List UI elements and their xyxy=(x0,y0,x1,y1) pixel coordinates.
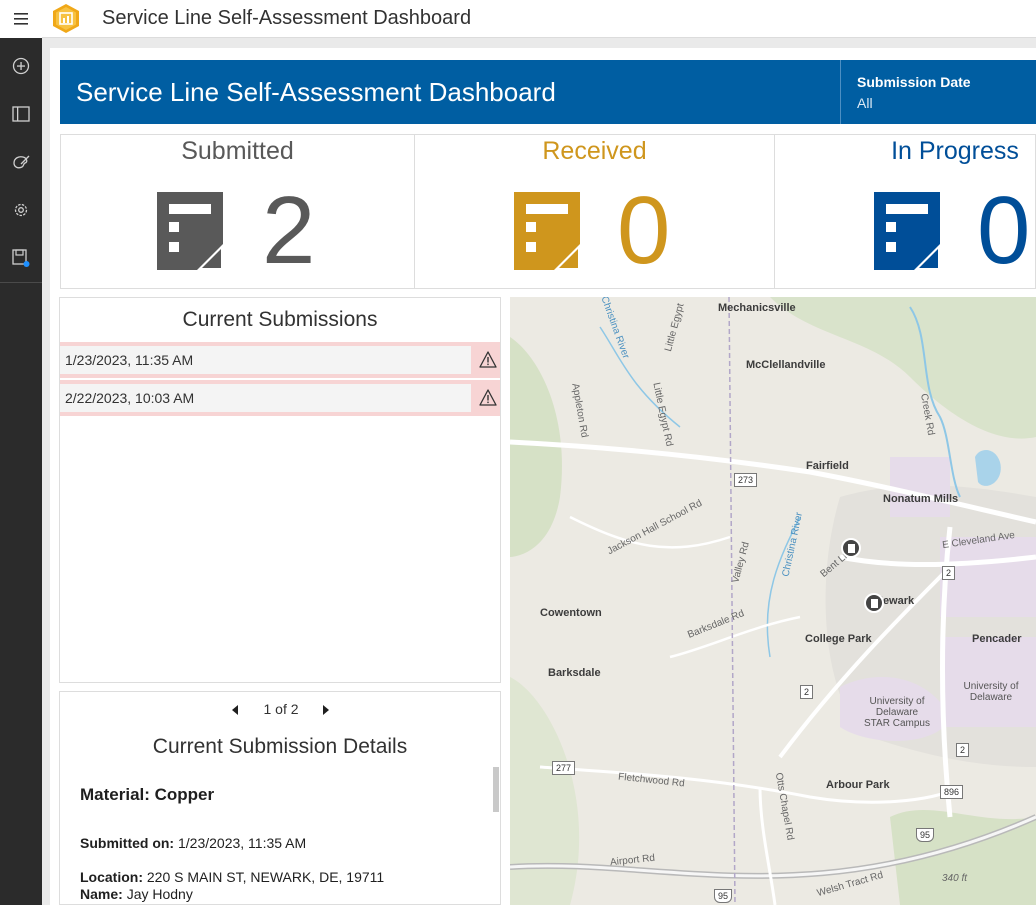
add-element-button[interactable] xyxy=(0,44,42,88)
form-document-icon xyxy=(157,192,223,270)
plus-circle-icon xyxy=(12,57,30,75)
map-label-place: McClellandville xyxy=(746,359,826,371)
route-shield: 2 xyxy=(956,743,970,757)
map-label-place: Mechanicsville xyxy=(718,302,796,314)
indicator-title: Received xyxy=(542,137,647,165)
indicator-submitted: Submitted 2 xyxy=(60,134,415,289)
map-basemap xyxy=(510,297,1036,905)
form-document-icon xyxy=(871,599,878,608)
route-shield: 896 xyxy=(940,785,964,799)
submission-marker[interactable] xyxy=(841,538,861,558)
location-value: 220 S MAIN ST, NEWARK, DE, 19711 xyxy=(146,869,385,885)
map-label-place: Arbour Park xyxy=(826,779,890,791)
menu-button[interactable] xyxy=(0,0,42,38)
app-title: Service Line Self-Assessment Dashboard xyxy=(102,7,472,29)
dashboard-header: Service Line Self-Assessment Dashboard S… xyxy=(60,60,1036,124)
save-button[interactable] xyxy=(0,236,42,280)
form-document-icon xyxy=(514,192,580,270)
map-view[interactable]: Mechanicsville McClellandville Fairfield… xyxy=(510,297,1036,905)
save-icon xyxy=(12,249,30,267)
rail-divider xyxy=(0,282,42,283)
header-divider xyxy=(840,60,841,124)
panel-title: Current Submissions xyxy=(182,308,378,331)
layout-button[interactable] xyxy=(0,92,42,136)
details-pager: 1 of 2 xyxy=(60,700,500,720)
indicator-received: Received 0 xyxy=(414,134,775,289)
caret-right-icon[interactable] xyxy=(319,700,333,720)
dashboards-logo-icon xyxy=(53,4,79,33)
list-item[interactable]: 2/22/2023, 10:03 AM xyxy=(60,380,500,416)
map-label-campus: University of Delaware xyxy=(963,681,1019,703)
theme-button[interactable] xyxy=(0,140,42,184)
submission-date-filter-value[interactable]: All xyxy=(857,95,873,111)
map-label-place: Nonatum Mills xyxy=(883,493,959,505)
app-window: Service Line Self-Assessment Dashboard S… xyxy=(0,0,1036,905)
map-label-place: Pencader xyxy=(972,633,1022,645)
elevation-label: 340 ft xyxy=(942,873,968,884)
indicator-value: 0 xyxy=(977,177,1031,284)
indicator-value: 2 xyxy=(262,177,316,284)
name-value: Jay Hodny xyxy=(126,886,193,902)
material-heading: Material: Copper xyxy=(80,785,215,804)
interstate-shield: 95 xyxy=(916,828,935,842)
list-item-label: 2/22/2023, 10:03 AM xyxy=(65,390,195,406)
palette-icon xyxy=(13,155,30,169)
submitted-on-value: 1/23/2023, 11:35 AM xyxy=(178,835,307,851)
submission-marker[interactable] xyxy=(864,593,884,613)
location-label: Location: xyxy=(80,869,143,885)
layout-icon xyxy=(12,106,30,122)
indicator-title: Submitted xyxy=(181,137,294,165)
details-scrollbar[interactable] xyxy=(493,767,499,812)
gear-icon xyxy=(14,203,28,217)
route-shield: 273 xyxy=(734,473,758,487)
pager-text: 1 of 2 xyxy=(263,701,299,717)
map-label-place: Fairfield xyxy=(806,460,849,472)
left-toolbar xyxy=(0,0,42,905)
location-line: Location: 220 S MAIN ST, NEWARK, DE, 197… xyxy=(80,869,384,885)
list-item-label: 1/23/2023, 11:35 AM xyxy=(65,352,194,368)
map-label-place: Barksdale xyxy=(548,667,601,679)
form-document-icon xyxy=(874,192,940,270)
indicator-value: 0 xyxy=(617,177,671,284)
name-label: Name: xyxy=(80,886,123,902)
top-header: Service Line Self-Assessment Dashboard xyxy=(42,0,1036,38)
dashboard-title: Service Line Self-Assessment Dashboard xyxy=(76,77,556,107)
caret-left-icon[interactable] xyxy=(228,700,242,720)
list-item[interactable]: 1/23/2023, 11:35 AM xyxy=(60,342,500,378)
interstate-shield: 95 xyxy=(714,889,733,903)
panel-title: Current Submission Details xyxy=(152,735,408,758)
indicator-title: In Progress xyxy=(891,137,1019,165)
map-label-place: Cowentown xyxy=(540,607,602,619)
route-shield: 277 xyxy=(552,761,576,775)
submission-date-filter-label[interactable]: Submission Date xyxy=(857,74,971,90)
name-line: Name: Jay Hodny xyxy=(80,886,193,902)
hamburger-icon xyxy=(14,13,28,25)
warning-icon xyxy=(479,351,497,368)
settings-button[interactable] xyxy=(0,188,42,232)
map-label-campus: University of Delaware STAR Campus xyxy=(864,696,930,729)
warning-icon xyxy=(479,389,497,406)
form-document-icon xyxy=(848,544,855,553)
list-item-body: 1/23/2023, 11:35 AM xyxy=(60,346,471,374)
list-item-body: 2/22/2023, 10:03 AM xyxy=(60,384,471,412)
submission-details-panel: 1 of 2 Current Submission Details Materi… xyxy=(59,691,501,905)
current-submissions-panel: Current Submissions 1/23/2023, 11:35 AM … xyxy=(59,297,501,683)
submitted-on-line: Submitted on: 1/23/2023, 11:35 AM xyxy=(80,835,306,851)
indicator-in-progress: In Progress 0 xyxy=(774,134,1036,289)
submitted-on-label: Submitted on: xyxy=(80,835,175,851)
map-label-place: College Park xyxy=(805,633,872,645)
route-shield: 2 xyxy=(942,566,956,580)
route-shield: 2 xyxy=(800,685,814,699)
